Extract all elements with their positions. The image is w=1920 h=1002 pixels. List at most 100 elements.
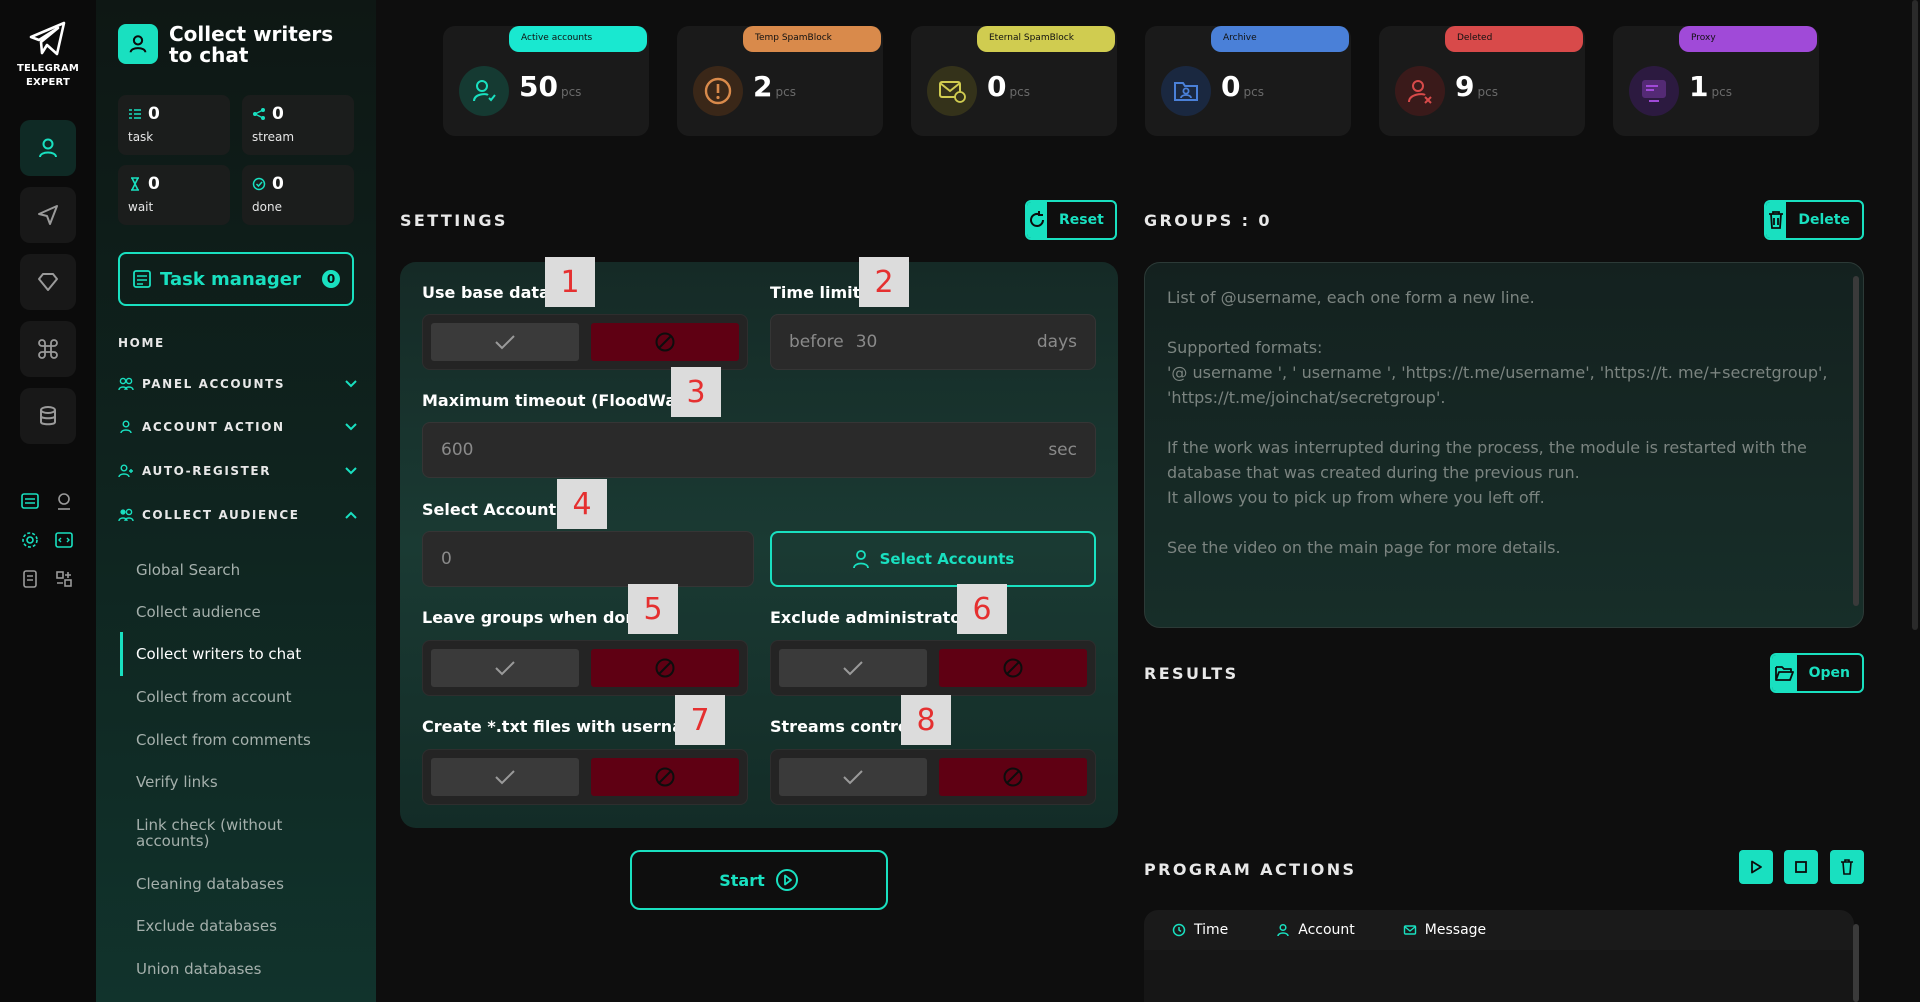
stat-card-value: 0 bbox=[1221, 70, 1241, 103]
nav-auto-register[interactable]: AUTO-REGISTER bbox=[118, 464, 358, 478]
clock-icon bbox=[1172, 923, 1186, 937]
page-scrollbar[interactable] bbox=[1912, 0, 1918, 630]
task-manager-label: Task manager bbox=[160, 268, 301, 290]
create-txt-toggle[interactable] bbox=[422, 749, 748, 805]
use-base-data-toggle[interactable] bbox=[422, 314, 748, 370]
ban-icon bbox=[655, 658, 675, 678]
log-col-message[interactable]: Message bbox=[1403, 922, 1486, 938]
mail-block-icon bbox=[927, 66, 977, 116]
streams-control-label: Streams control bbox=[770, 717, 915, 736]
folder-user-icon bbox=[1161, 66, 1211, 116]
task-list-icon bbox=[129, 109, 141, 119]
diamond-icon bbox=[38, 273, 58, 291]
select-accounts-field[interactable]: 0 bbox=[422, 531, 754, 587]
toggle-yes-option[interactable] bbox=[431, 323, 579, 361]
sub-item-collect-from-comments[interactable]: Collect from comments bbox=[136, 732, 356, 748]
open-results-button[interactable]: Open bbox=[1770, 653, 1864, 693]
program-actions-title: PROGRAM ACTIONS bbox=[1144, 860, 1357, 879]
toggle-yes-option[interactable] bbox=[431, 758, 579, 796]
toggle-no-option[interactable] bbox=[591, 323, 739, 361]
rail-settings-icon[interactable] bbox=[18, 528, 42, 552]
rail-geo-icon[interactable] bbox=[52, 489, 76, 513]
sub-item-global-search[interactable]: Global Search bbox=[136, 562, 356, 578]
streams-control-toggle[interactable] bbox=[770, 749, 1096, 805]
nav-home[interactable]: HOME bbox=[118, 336, 165, 350]
stat-card-label: Eternal SpamBlock bbox=[977, 26, 1115, 52]
exclude-admins-toggle[interactable] bbox=[770, 640, 1096, 696]
stat-card-proxy[interactable]: Proxy 1 pcs bbox=[1613, 26, 1819, 136]
nav-collect-audience[interactable]: COLLECT AUDIENCE bbox=[118, 508, 358, 522]
toggle-no-option[interactable] bbox=[591, 758, 739, 796]
time-limit-unit: days bbox=[1036, 332, 1077, 352]
mail-icon bbox=[1403, 925, 1416, 935]
toggle-yes-option[interactable] bbox=[779, 758, 927, 796]
ban-icon bbox=[655, 332, 675, 352]
sub-item-collect-from-account[interactable]: Collect from account bbox=[136, 689, 356, 705]
rail-docs-icon[interactable] bbox=[18, 567, 42, 591]
toggle-no-option[interactable] bbox=[939, 758, 1087, 796]
sub-item-collect-audience[interactable]: Collect audience bbox=[136, 604, 356, 620]
play-button[interactable] bbox=[1739, 850, 1773, 884]
max-timeout-field[interactable]: 600 sec bbox=[422, 422, 1096, 478]
sub-item-collect-writers[interactable]: Collect writers to chat bbox=[136, 646, 356, 662]
groups-placeholder-line: '@ username ', ' username ', 'https://t.… bbox=[1167, 363, 1828, 407]
rail-premium-button[interactable] bbox=[20, 254, 76, 310]
sub-item-exclude-databases[interactable]: Exclude databases bbox=[136, 918, 356, 934]
apps-icon bbox=[56, 571, 72, 587]
rail-task-icon[interactable] bbox=[18, 489, 42, 513]
delete-groups-button[interactable]: Delete bbox=[1764, 200, 1864, 240]
stat-card-archive[interactable]: Archive 0 pcs bbox=[1145, 26, 1351, 136]
document-icon bbox=[23, 570, 37, 588]
stat-task-label: task bbox=[128, 130, 154, 144]
rail-accounts-button[interactable] bbox=[20, 120, 76, 176]
task-manager-button[interactable]: Task manager 0 bbox=[118, 252, 354, 306]
nav-auto-register-label: AUTO-REGISTER bbox=[142, 464, 272, 478]
groups-placeholder-line: It allows you to pick up from where you … bbox=[1167, 488, 1545, 507]
sub-item-union-databases[interactable]: Union databases bbox=[136, 961, 356, 977]
sub-item-verify-links[interactable]: Verify links bbox=[136, 774, 356, 790]
select-accounts-button[interactable]: Select Accounts bbox=[770, 531, 1096, 587]
groups-textarea[interactable]: List of @username, each one form a new l… bbox=[1144, 262, 1864, 628]
stat-card-deleted[interactable]: Deleted 9 pcs bbox=[1379, 26, 1585, 136]
sub-item-cleaning-databases[interactable]: Cleaning databases bbox=[136, 876, 356, 892]
groups-scrollbar[interactable] bbox=[1853, 276, 1859, 606]
start-button[interactable]: Start bbox=[630, 850, 888, 910]
stat-card-eternal-spamblock[interactable]: Eternal SpamBlock 0 pcs bbox=[911, 26, 1117, 136]
stop-button[interactable] bbox=[1784, 850, 1818, 884]
chevron-down-icon bbox=[345, 467, 357, 475]
stat-card-unit: pcs bbox=[1009, 85, 1030, 99]
nav-panel-accounts[interactable]: PANEL ACCOUNTS bbox=[118, 377, 358, 391]
nav-account-action[interactable]: ACCOUNT ACTION bbox=[118, 420, 358, 434]
rail-database-button[interactable] bbox=[20, 388, 76, 444]
log-col-account[interactable]: Account bbox=[1276, 922, 1355, 938]
toggle-no-option[interactable] bbox=[591, 649, 739, 687]
toggle-no-option[interactable] bbox=[939, 649, 1087, 687]
refresh-icon bbox=[1027, 202, 1047, 238]
app-logo: TELEGRAM EXPERT bbox=[0, 20, 96, 90]
stat-wait-value: 0 bbox=[148, 174, 160, 194]
clear-log-button[interactable] bbox=[1830, 850, 1864, 884]
log-scrollbar[interactable] bbox=[1853, 924, 1859, 1002]
check-circle-icon bbox=[252, 177, 266, 191]
stat-card-temp-spamblock[interactable]: Temp SpamBlock 2 pcs bbox=[677, 26, 883, 136]
time-limit-field[interactable]: before 30 days bbox=[770, 314, 1096, 370]
log-col-time[interactable]: Time bbox=[1172, 922, 1228, 938]
reset-label: Reset bbox=[1059, 212, 1104, 228]
user-icon bbox=[39, 138, 57, 158]
stat-card-label: Active accounts bbox=[509, 26, 647, 52]
log-col-time-label: Time bbox=[1194, 922, 1229, 938]
groups-placeholder-line: List of @username, each one form a new l… bbox=[1167, 288, 1535, 307]
reset-button[interactable]: Reset bbox=[1025, 200, 1117, 240]
rail-send-button[interactable] bbox=[20, 187, 76, 243]
rail-apps-icon[interactable] bbox=[52, 567, 76, 591]
stat-card-active-accounts[interactable]: Active accounts 50 pcs bbox=[443, 26, 649, 136]
user-icon bbox=[120, 420, 132, 434]
toggle-yes-option[interactable] bbox=[779, 649, 927, 687]
rail-code-icon[interactable] bbox=[52, 528, 76, 552]
leave-groups-toggle[interactable] bbox=[422, 640, 748, 696]
active-indicator bbox=[120, 632, 123, 676]
rail-command-button[interactable] bbox=[20, 321, 76, 377]
leave-groups-label: Leave groups when done bbox=[422, 608, 648, 627]
toggle-yes-option[interactable] bbox=[431, 649, 579, 687]
sub-item-link-check[interactable]: Link check (without accounts) bbox=[136, 817, 306, 849]
